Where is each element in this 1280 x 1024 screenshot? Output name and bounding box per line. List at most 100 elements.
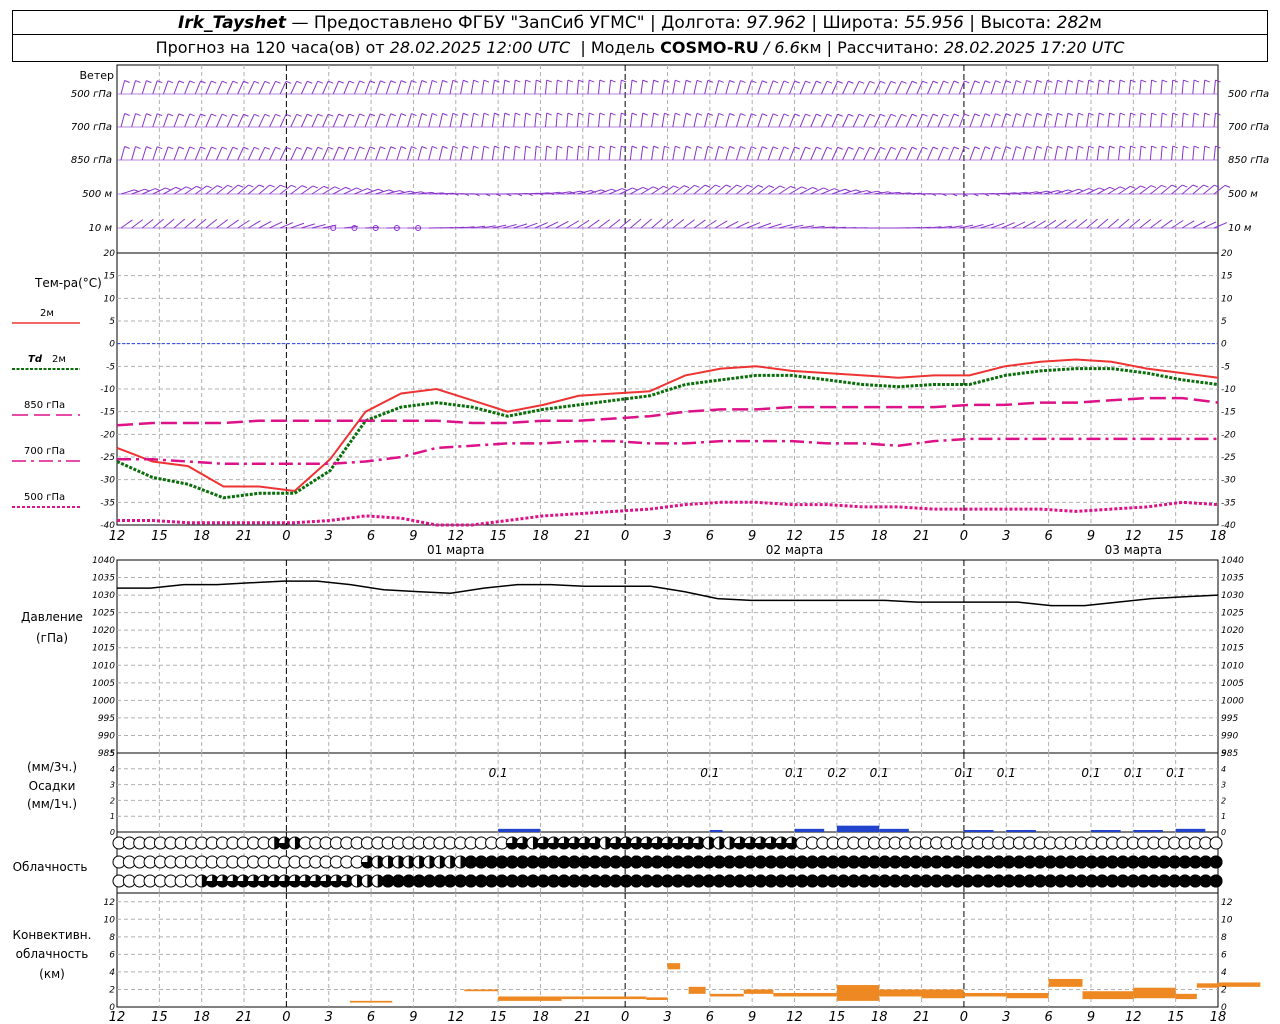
wind-barb-feather <box>783 113 790 117</box>
wind-barb <box>152 113 158 128</box>
wind-barb-feather <box>911 146 918 150</box>
wind-barb-feather <box>185 186 192 190</box>
wind-barb <box>1139 218 1152 229</box>
ytick-right-prec: 2 <box>1221 796 1226 805</box>
wind-barb <box>630 218 642 229</box>
wind-barb-feather <box>1036 112 1043 116</box>
precip-amount-label: 0.1 <box>954 766 973 780</box>
xtick-temp: 0 <box>960 529 968 544</box>
wind-barb <box>884 114 892 128</box>
wind-barb <box>895 147 902 161</box>
wind-barb <box>247 147 255 161</box>
xtick-temp: 12 <box>109 529 126 544</box>
wind-barb-feather <box>567 79 574 83</box>
wind-row-label-left: 500 м <box>82 189 112 200</box>
wind-barb <box>205 218 218 229</box>
ytick-right-prec: 3 <box>1221 781 1226 790</box>
wind-barb-feather <box>154 188 161 192</box>
wind-barb-feather <box>599 112 606 116</box>
ytick-left-temp: -5 <box>106 362 115 372</box>
wind-barb <box>555 80 558 95</box>
wind-barb <box>544 146 548 161</box>
wind-barb-feather <box>858 80 865 84</box>
xtick-temp: 12 <box>786 529 803 544</box>
date-label: 03 марта <box>1105 543 1162 557</box>
wind-barb-feather <box>317 146 323 150</box>
wind-barb <box>269 81 276 95</box>
wind-barb <box>1054 146 1059 161</box>
wind-barb <box>205 185 218 195</box>
xtick-temp: 9 <box>748 529 756 544</box>
wind-barb <box>449 146 454 161</box>
wind-barb <box>396 113 402 128</box>
wind-barb-feather <box>301 185 308 189</box>
wind-barb <box>173 113 180 128</box>
wind-barb-feather <box>599 145 606 149</box>
wind-barb <box>237 114 244 128</box>
wind-barb-feather <box>1130 185 1136 189</box>
wind-barb-feather <box>178 80 185 84</box>
wind-barb <box>842 147 849 161</box>
xtick-bottom: 0 <box>621 1010 629 1024</box>
wind-barb-feather <box>783 146 790 150</box>
legend-td-label-a: Td <box>28 354 43 365</box>
ytick-left-conv: 2 <box>109 985 115 995</box>
wind-barb <box>1043 219 1057 229</box>
precip-bar <box>1133 830 1163 832</box>
wind-barb <box>1064 146 1069 161</box>
wind-barb <box>1128 113 1132 128</box>
wind-barb-feather <box>557 79 563 83</box>
wind-barb-feather <box>483 145 490 149</box>
wind-barb-feather <box>146 80 152 84</box>
wind-barb-feather <box>317 113 323 117</box>
ytick-right-press: 1020 <box>1221 626 1244 636</box>
wind-barb <box>1139 185 1152 195</box>
wind-barb <box>598 80 601 95</box>
wind-barb-feather <box>1026 113 1032 116</box>
wind-barb <box>927 113 934 128</box>
wind-barb-feather <box>599 79 606 83</box>
wind-barb-feather <box>794 80 800 84</box>
wind-barb <box>1011 80 1017 95</box>
wind-barb-feather <box>826 146 833 150</box>
wind-barb <box>799 113 806 128</box>
wind-barb-feather <box>762 146 768 150</box>
wind-barb <box>608 146 612 161</box>
wind-barb <box>969 146 976 161</box>
xtick-bottom: 0 <box>960 1010 968 1024</box>
precip-bar <box>963 830 994 832</box>
wind-barb <box>152 218 165 229</box>
wind-barb <box>194 185 208 195</box>
wind-barb-feather <box>1151 79 1157 83</box>
xtick-temp: 0 <box>621 529 629 544</box>
wind-barb <box>905 147 913 161</box>
ytick-left-press: 1005 <box>92 679 115 689</box>
wind-barb <box>1096 80 1100 95</box>
wind-barb <box>1181 80 1184 95</box>
wind-barb <box>438 113 444 128</box>
ytick-right-prec: 5 <box>1221 749 1226 758</box>
wind-barb <box>980 80 986 95</box>
ytick-right-press: 995 <box>1221 714 1238 724</box>
ytick-right-conv: 10 <box>1221 915 1233 925</box>
wind-barb <box>1181 184 1194 195</box>
wind-barb <box>470 113 475 128</box>
wind-barb-feather <box>1150 185 1157 189</box>
wind-barb-feather <box>718 112 724 116</box>
wind-barb-feather <box>200 146 206 150</box>
wind-barb-feather <box>1182 184 1188 188</box>
wind-barb <box>980 146 986 161</box>
wind-barb-feather <box>296 113 302 117</box>
wind-barb-feather <box>135 146 141 150</box>
wind-barb-feather <box>805 113 811 117</box>
wind-barb-feather <box>536 145 542 149</box>
wind-barb-feather <box>232 113 238 117</box>
wind-barb-feather <box>729 113 735 116</box>
wind-barb <box>216 184 228 195</box>
wind-barb <box>1128 80 1132 95</box>
ytick-left-press: 1020 <box>92 626 115 636</box>
wind-barb-feather <box>694 184 700 188</box>
wind-barb <box>598 113 601 128</box>
ytick-right-temp: -30 <box>1221 476 1236 486</box>
wind-barb <box>194 113 201 128</box>
